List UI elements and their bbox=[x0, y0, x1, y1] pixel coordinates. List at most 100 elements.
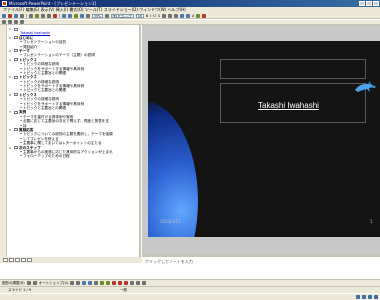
standard-toolbar: 33% MS Pゴシック 18 B I U S A bbox=[0, 13, 380, 19]
slide-icon bbox=[14, 75, 18, 79]
copy-icon[interactable] bbox=[47, 13, 51, 18]
promote-icon[interactable] bbox=[2, 20, 6, 24]
bold-button[interactable]: B bbox=[146, 14, 148, 18]
outline-pane[interactable]: 1Takashi Iwahashi2はじめにプレゼンテーションの目的発話紹介3テ… bbox=[7, 25, 141, 257]
underline-button[interactable]: U bbox=[153, 14, 156, 18]
line-color-icon[interactable] bbox=[118, 281, 123, 285]
notes-pane[interactable]: クリックしてノートを入力 bbox=[142, 255, 380, 279]
select-objects-icon[interactable] bbox=[26, 281, 31, 285]
spellcheck-icon[interactable] bbox=[35, 13, 39, 18]
slide-title[interactable]: Takashi Iwahashi bbox=[258, 101, 319, 110]
dolphin-icon bbox=[355, 81, 376, 92]
toolbar-separator bbox=[26, 13, 27, 18]
tray-icon[interactable] bbox=[356, 295, 360, 299]
email-icon[interactable] bbox=[20, 13, 24, 18]
view-buttons bbox=[0, 257, 142, 263]
normal-view-button[interactable] bbox=[3, 258, 8, 262]
shadow-icon[interactable] bbox=[136, 281, 141, 285]
window-title: Microsoft PowerPoint - [プレゼンテーション1] bbox=[9, 1, 97, 6]
slide-sorter-button[interactable] bbox=[21, 258, 26, 262]
tray-icon[interactable] bbox=[362, 295, 366, 299]
font-size-select[interactable]: 18 bbox=[135, 13, 144, 18]
slide-icon bbox=[14, 93, 18, 97]
slide-view-button[interactable] bbox=[15, 258, 20, 262]
slide-icon bbox=[14, 146, 18, 150]
slide-date: 2003/4/12 bbox=[160, 219, 181, 224]
tray-icon[interactable] bbox=[374, 295, 378, 299]
slide-icon bbox=[14, 110, 18, 114]
maximize-button[interactable] bbox=[366, 1, 372, 6]
arrow-icon[interactable] bbox=[76, 281, 81, 285]
move-down-icon[interactable] bbox=[20, 20, 24, 24]
demote-icon[interactable] bbox=[8, 20, 12, 24]
minimize-button[interactable] bbox=[359, 1, 365, 6]
status-bar: スライド 1 / 9 一般 bbox=[0, 286, 380, 293]
outline-bullet-row[interactable]: フォローアップのための日程 bbox=[9, 154, 137, 159]
align-center-icon[interactable] bbox=[168, 13, 173, 18]
cut-icon[interactable] bbox=[41, 13, 45, 18]
wordart-icon[interactable] bbox=[100, 281, 105, 285]
outline-view-button[interactable] bbox=[9, 258, 14, 262]
font-color-button[interactable]: A bbox=[192, 14, 194, 18]
close-button[interactable] bbox=[373, 1, 379, 6]
line-icon[interactable] bbox=[70, 281, 75, 285]
bullets-icon[interactable] bbox=[180, 13, 185, 18]
clipart-icon[interactable] bbox=[106, 281, 111, 285]
drawing-toolbar: 図形の調整(R) オートシェイプ(U) bbox=[0, 279, 380, 286]
align-left-icon[interactable] bbox=[162, 13, 167, 18]
numbering-icon[interactable] bbox=[186, 13, 191, 18]
slide-count-status: スライド 1 / 9 bbox=[8, 288, 31, 292]
slide-number: 1 bbox=[370, 219, 373, 224]
slide-icon bbox=[14, 27, 18, 31]
shadow-button[interactable]: S bbox=[158, 14, 160, 18]
title-placeholder-outline[interactable] bbox=[220, 59, 366, 79]
italic-button[interactable]: I bbox=[150, 14, 151, 18]
slide-pane: Takashi Iwahashi 2003/4/12 1 bbox=[142, 25, 380, 255]
slide-icon bbox=[14, 128, 18, 132]
outline-slide-title: 次のステップ bbox=[19, 145, 41, 150]
rotate-icon[interactable] bbox=[32, 281, 37, 285]
title-bar: Microsoft PowerPoint - [プレゼンテーション1] bbox=[0, 0, 380, 7]
align-right-icon[interactable] bbox=[174, 13, 179, 18]
insert-chart-icon[interactable] bbox=[74, 13, 78, 18]
zoom-select[interactable]: 33% bbox=[92, 13, 103, 18]
print-icon[interactable] bbox=[29, 13, 33, 18]
tray-icon[interactable] bbox=[368, 295, 372, 299]
autoshapes-button[interactable]: オートシェイプ(U) bbox=[39, 281, 69, 286]
rectangle-icon[interactable] bbox=[82, 281, 87, 285]
outline-slide-title: トピック２ bbox=[19, 75, 37, 80]
font-name-select[interactable]: MS Pゴシック bbox=[110, 13, 134, 18]
blue-gradient-shape bbox=[148, 101, 198, 237]
font-color-icon[interactable] bbox=[124, 281, 129, 285]
new-icon[interactable] bbox=[2, 13, 6, 18]
help-icon[interactable] bbox=[104, 13, 109, 18]
3d-icon[interactable] bbox=[142, 281, 147, 285]
slide-canvas[interactable]: Takashi Iwahashi 2003/4/12 1 bbox=[148, 41, 380, 237]
line-style-icon[interactable] bbox=[130, 281, 135, 285]
undo-icon[interactable] bbox=[62, 13, 66, 18]
slideshow-button[interactable] bbox=[27, 258, 32, 262]
move-up-icon[interactable] bbox=[14, 20, 18, 24]
outline-title-text: Takashi Iwahashi bbox=[20, 31, 51, 36]
window-controls bbox=[359, 1, 379, 6]
new-slide-icon[interactable] bbox=[202, 13, 207, 18]
outline-slide-title: 実例 bbox=[19, 110, 27, 115]
show-formatting-icon[interactable] bbox=[86, 13, 90, 18]
toolbar-separator bbox=[59, 13, 60, 18]
textbox-icon[interactable] bbox=[94, 281, 99, 285]
taskbar bbox=[0, 293, 380, 300]
draw-menu-button[interactable]: 図形の調整(R) bbox=[2, 281, 25, 286]
open-icon[interactable] bbox=[8, 13, 12, 18]
paste-icon[interactable] bbox=[53, 13, 57, 18]
redo-icon[interactable] bbox=[68, 13, 72, 18]
slide-design-icon[interactable] bbox=[196, 13, 201, 18]
outline-toolstrip bbox=[0, 25, 7, 257]
slide-icon bbox=[14, 49, 18, 53]
fill-color-icon[interactable] bbox=[112, 281, 117, 285]
oval-icon[interactable] bbox=[88, 281, 93, 285]
save-icon[interactable] bbox=[14, 13, 18, 18]
insert-table-icon[interactable] bbox=[80, 13, 84, 18]
powerpoint-icon bbox=[2, 1, 7, 6]
slide-icon bbox=[14, 36, 18, 40]
slide-icon bbox=[14, 58, 18, 62]
